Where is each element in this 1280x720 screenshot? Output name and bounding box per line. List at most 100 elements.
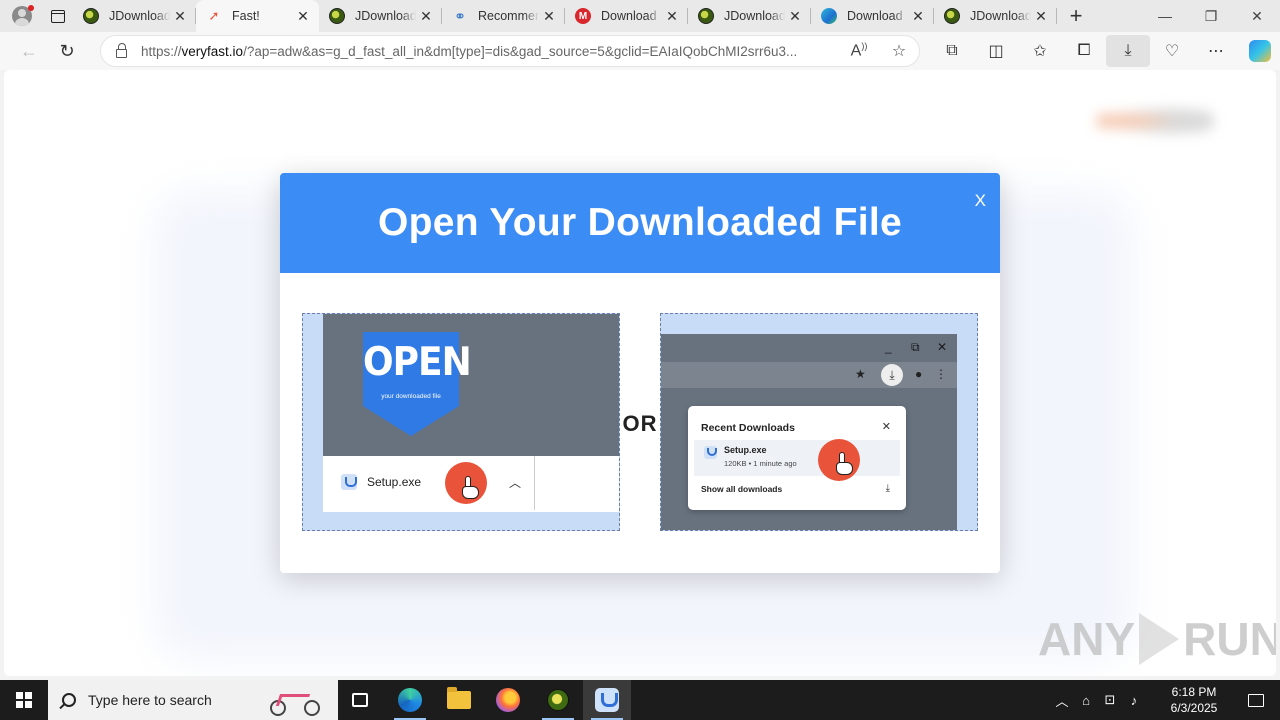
tab-close-icon[interactable]: ✕ <box>1031 6 1051 26</box>
tab[interactable]: M Download ✕ <box>565 0 688 32</box>
browser-mock-area: OPEN your downloaded file <box>323 314 619 456</box>
tab-close-icon[interactable]: ✕ <box>785 6 805 26</box>
favorites-icon[interactable]: ✩ <box>1018 35 1062 67</box>
fast-app-taskbar-button[interactable] <box>583 680 631 720</box>
windows-logo-icon <box>16 692 32 708</box>
open-badge: OPEN your downloaded file <box>363 332 472 436</box>
notification-center-button[interactable] <box>1232 680 1280 720</box>
browser-window-mock: _ ⧉ ✕ ★ ● ⋮ ⤓ Recent Downloads ✕ Setup.e… <box>661 334 957 530</box>
restore-button[interactable]: ❐ <box>1188 0 1234 32</box>
folder-icon <box>447 687 471 709</box>
tab-strip: JDownloader ✕ ➚ Fast! ✕ JDownloader ✕ ⚭ … <box>0 0 1280 32</box>
recent-downloads-popup-mock: Recent Downloads ✕ Setup.exe 120KB • 1 m… <box>688 406 906 510</box>
collections-icon[interactable]: ⧠ <box>1062 35 1106 67</box>
fast-app-icon <box>595 688 619 712</box>
tab-active[interactable]: ➚ Fast! ✕ <box>196 0 319 32</box>
tab[interactable]: JDownloader ✕ <box>688 0 811 32</box>
file-explorer-button[interactable] <box>435 680 483 720</box>
notification-dot <box>28 5 34 11</box>
firefox-icon <box>496 688 520 712</box>
tab[interactable]: Download ✕ <box>811 0 934 32</box>
browser-essentials-icon[interactable]: ♡ <box>1150 35 1194 67</box>
tab-title: Recommended <box>478 9 539 23</box>
volume-icon[interactable]: ♪ <box>1122 693 1146 708</box>
downloads-icon[interactable]: ⤓ <box>1106 35 1150 67</box>
tab[interactable]: JDownloader ✕ <box>934 0 1057 32</box>
tab-close-icon[interactable]: ✕ <box>662 6 682 26</box>
popup-download-icon: ⤓ <box>885 483 890 494</box>
copilot-button[interactable] <box>1238 35 1280 67</box>
modal-close-button[interactable]: X <box>975 191 986 211</box>
mock-address-bar: ★ ● ⋮ <box>661 362 957 388</box>
tab-title: Download <box>601 9 657 23</box>
split-screen-icon[interactable]: ◫ <box>974 35 1018 67</box>
download-bar-mock: Setup.exe ︿ <box>323 456 619 512</box>
clock-time: 6:18 PM <box>1171 685 1217 699</box>
watermark-play-icon <box>1139 613 1180 665</box>
back-button[interactable]: ← <box>12 36 46 66</box>
popup-close-icon: ✕ <box>881 421 891 433</box>
tab[interactable]: JDownloader ✕ <box>73 0 196 32</box>
popup-file-name: Setup.exe <box>724 445 767 455</box>
start-button[interactable] <box>0 680 48 720</box>
tab-close-icon[interactable]: ✕ <box>293 6 313 26</box>
show-all-downloads-text: Show all downloads <box>701 484 783 494</box>
open-badge-subtext: your downloaded file <box>381 393 441 400</box>
task-view-button[interactable] <box>336 680 384 720</box>
tab-title: JDownloader <box>109 9 170 23</box>
tab[interactable]: ⚭ Recommended ✕ <box>442 0 565 32</box>
tab[interactable]: JDownloader ✕ <box>319 0 442 32</box>
mock-profile-icon: ● <box>915 367 923 381</box>
network-icon[interactable]: ⊡ <box>1098 692 1122 708</box>
favorite-star-icon[interactable]: ☆ <box>879 41 919 61</box>
tab-title: JDownloader <box>970 9 1031 23</box>
extensions-icon[interactable]: ⧉ <box>930 35 974 67</box>
tab-close-icon[interactable]: ✕ <box>170 6 190 26</box>
device-icon[interactable]: ⌂ <box>1074 693 1098 708</box>
more-menu-icon[interactable]: ⋯ <box>1194 35 1238 67</box>
clock-date: 6/3/2025 <box>1170 701 1218 715</box>
bicycle-icon <box>268 688 324 716</box>
lock-icon[interactable] <box>101 42 141 58</box>
minimize-button[interactable]: — <box>1142 0 1188 32</box>
tab-actions-icon <box>51 9 65 23</box>
windows-taskbar: Type here to search ︿ ⌂ ⊡ ♪ 6:18 PM 6/3/… <box>0 680 1280 720</box>
mock-menu-icon: ⋮ <box>935 367 947 381</box>
app-file-icon <box>704 446 717 459</box>
url-text[interactable]: https://veryfast.io/?ap=adw&as=g_d_fast_… <box>141 44 839 59</box>
pointer-hand-icon <box>835 452 855 476</box>
new-tab-button[interactable]: + <box>1061 2 1091 30</box>
mock-minimize-icon: _ <box>885 340 892 354</box>
tab-close-icon[interactable]: ✕ <box>416 6 436 26</box>
address-bar[interactable]: https://veryfast.io/?ap=adw&as=g_d_fast_… <box>100 35 920 67</box>
url-path: /?ap=adw&as=g_d_fast_all_in&dm[type]=dis… <box>243 43 798 59</box>
tab-close-icon[interactable]: ✕ <box>539 6 559 26</box>
url-scheme: https:// <box>141 43 182 59</box>
modal-title: Open Your Downloaded File <box>378 201 902 244</box>
taskbar-clock[interactable]: 6:18 PM 6/3/2025 <box>1156 684 1232 716</box>
tab-close-icon[interactable]: ✕ <box>908 6 928 26</box>
page-viewport: Open Your Downloaded File X OPEN your do… <box>4 70 1276 676</box>
blurred-site-logo <box>1096 104 1214 138</box>
refresh-button[interactable]: ↻ <box>50 36 84 66</box>
or-separator: OR <box>622 411 658 436</box>
jdownloader-taskbar-button[interactable] <box>534 680 582 720</box>
anyrun-watermark: ANY RUN <box>1038 612 1276 666</box>
chevron-up-icon: ︿ <box>509 476 522 490</box>
show-hidden-icons-chevron-icon[interactable]: ︿ <box>1050 691 1074 710</box>
instruction-panel-downloads-menu: _ ⧉ ✕ ★ ● ⋮ ⤓ Recent Downloads ✕ Setup.e… <box>660 313 978 531</box>
tab-actions-button[interactable] <box>43 4 73 28</box>
link-icon: ⚭ <box>454 7 466 24</box>
jdownloader-icon <box>547 689 569 711</box>
firefox-button[interactable] <box>484 680 532 720</box>
edge-taskbar-button[interactable] <box>386 680 434 720</box>
pointer-hand-icon <box>461 476 481 500</box>
profile-avatar[interactable] <box>7 4 37 28</box>
window-controls: — ❐ ✕ <box>1142 0 1280 32</box>
open-badge-text: OPEN <box>363 339 472 386</box>
mock-restore-icon: ⧉ <box>911 340 920 354</box>
close-window-button[interactable]: ✕ <box>1234 0 1280 32</box>
read-aloud-icon[interactable]: A)) <box>839 41 879 60</box>
copilot-icon <box>1249 40 1271 62</box>
watermark-right-text: RUN <box>1183 613 1276 665</box>
